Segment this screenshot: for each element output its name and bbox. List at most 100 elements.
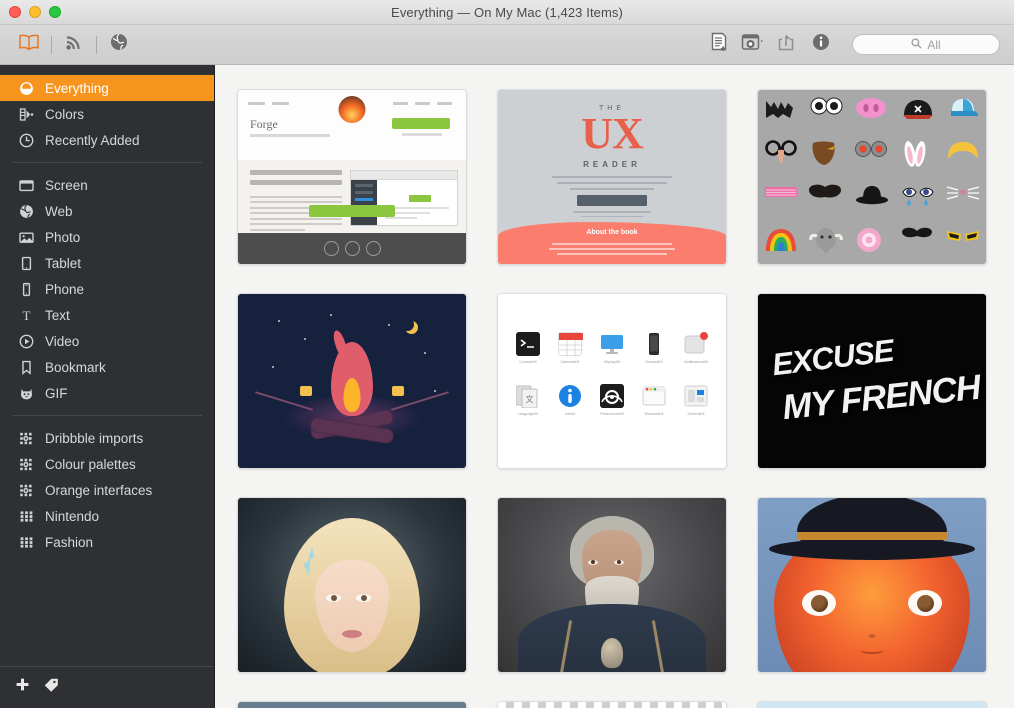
sidebar-item-label: Nintendo [45, 508, 100, 524]
blonde-wig-prop [946, 140, 980, 170]
grid-item-hat-girl-illustration[interactable] [757, 497, 987, 673]
thumbnail-grid: Forge THE UX READER About the book Conso… [237, 89, 988, 708]
rss-icon [65, 33, 83, 56]
grid-item-forge-website-screenshot[interactable]: Forge [237, 89, 467, 265]
close-button[interactable] [9, 6, 21, 18]
sidebar-item-colour-palettes[interactable]: Colour palettes [0, 451, 214, 477]
content-grid-area[interactable]: Forge THE UX READER About the book Conso… [215, 65, 1014, 708]
library-book-button[interactable] [14, 32, 44, 58]
icon-label: InfoKit [564, 412, 576, 416]
window-body: Everything Colors Recently Added Screen … [0, 65, 1014, 708]
phone-icon [18, 281, 35, 298]
social-icon [365, 240, 381, 256]
add-collection-button[interactable] [14, 677, 31, 699]
social-icon [323, 240, 339, 256]
lettering-line-1: EXCUSE [770, 332, 896, 383]
title-bar: Everything — On My Mac (1,423 Items) [0, 0, 1014, 25]
sidebar-group-types: Screen Web Photo Tablet Phone T Text Vid… [0, 172, 214, 406]
sidebar-item-label: Screen [45, 177, 88, 193]
angry-eyes-prop [946, 227, 980, 257]
search-field[interactable]: All [852, 34, 1000, 55]
sidebar-item-text[interactable]: T Text [0, 302, 214, 328]
lettering-thumbnail: EXCUSE MY FRENCH [758, 294, 986, 468]
sidebar-item-label: Photo [45, 229, 81, 245]
forge-title: Forge [250, 117, 278, 131]
collection-icon [18, 508, 35, 525]
svg-text:文: 文 [526, 394, 534, 404]
minimize-button[interactable] [29, 6, 41, 18]
grid-item-light-blue-thumbnail[interactable] [757, 701, 987, 708]
moon-icon [401, 318, 414, 331]
share-button[interactable] [772, 32, 802, 58]
ux-reader-thumbnail: THE UX READER About the book [498, 90, 726, 264]
grid-item-macos-framework-icons[interactable]: ConsoleKit CalendarKit DisplayKit Device… [497, 293, 727, 469]
sidebar-footer [0, 666, 214, 708]
sidebar-item-label: Recently Added [45, 132, 140, 148]
social-icon [344, 240, 360, 256]
blonde-portrait-thumbnail [238, 498, 466, 672]
grid-item-excuse-my-french-lettering[interactable]: EXCUSE MY FRENCH [757, 293, 987, 469]
bowler-hat-prop [855, 184, 889, 214]
sidebar-item-photo[interactable]: Photo [0, 224, 214, 250]
globe-icon [110, 33, 128, 56]
icon-label: CalendarKit [560, 360, 580, 364]
beard-prop [809, 140, 843, 170]
grid-item-slate-gradient-thumbnail[interactable] [237, 701, 467, 708]
sidebar-item-web[interactable]: Web [0, 198, 214, 224]
toolbar-left-group [14, 32, 134, 58]
bunny-ears-prop [901, 140, 935, 170]
sidebar-item-nintendo[interactable]: Nintendo [0, 503, 214, 529]
sidebar-item-video[interactable]: Video [0, 328, 214, 354]
devices-icon [642, 332, 666, 356]
sidebar-item-gif[interactable]: GIF [0, 380, 214, 406]
sidebar-item-label: Fashion [45, 534, 94, 550]
grid-item-blonde-character-portrait[interactable] [237, 497, 467, 673]
windows-icon [642, 384, 666, 408]
grid-item-bearded-man-render[interactable] [497, 497, 727, 673]
hat-girl-thumbnail [758, 498, 986, 672]
pig-nose-prop [855, 97, 889, 127]
sidebar-item-recently-added[interactable]: Recently Added [0, 127, 214, 153]
info-icon [812, 33, 830, 56]
rainbow-wig-prop [764, 227, 798, 257]
info-button[interactable] [806, 32, 836, 58]
sidebar-item-fashion[interactable]: Fashion [0, 529, 214, 555]
cat-whiskers-prop [946, 184, 980, 214]
sidebar-item-label: Colour palettes [45, 456, 136, 472]
ux-subword: READER [583, 160, 641, 169]
grid-item-campfire-illustration[interactable] [237, 293, 467, 469]
sidebar-item-label: Bookmark [45, 359, 106, 375]
maximize-button[interactable] [49, 6, 61, 18]
clock-icon [18, 132, 35, 149]
new-note-button[interactable] [704, 32, 734, 58]
grid-item-photobooth-props-sheet[interactable] [757, 89, 987, 265]
capture-button[interactable] [738, 32, 768, 58]
svg-text:T: T [23, 308, 31, 323]
grid-item-transparent-checker-thumbnail[interactable] [497, 701, 727, 708]
window-title: Everything — On My Mac (1,423 Items) [391, 4, 623, 20]
everything-icon [18, 80, 35, 97]
sidebar-item-label: Phone [45, 281, 85, 297]
sidebar-item-colors[interactable]: Colors [0, 101, 214, 127]
sidebar-item-label: Web [45, 203, 73, 219]
sidebar-item-screen[interactable]: Screen [0, 172, 214, 198]
bat-mask-prop [764, 97, 798, 127]
props-thumbnail [758, 90, 986, 264]
globe-icon [18, 203, 35, 220]
notifications-icon [684, 332, 708, 356]
info-icon [558, 384, 582, 408]
sidebar-item-bookmark[interactable]: Bookmark [0, 354, 214, 380]
sidebar-item-label: GIF [45, 385, 68, 401]
sidebar-item-everything[interactable]: Everything [0, 75, 214, 101]
sidebar-item-dribbble-imports[interactable]: Dribbble imports [0, 425, 214, 451]
feeds-button[interactable] [59, 32, 89, 58]
sidebar-item-phone[interactable]: Phone [0, 276, 214, 302]
sidebar-item-tablet[interactable]: Tablet [0, 250, 214, 276]
web-capture-button[interactable] [104, 32, 134, 58]
tags-button[interactable] [43, 677, 61, 699]
grid-item-ux-reader-screenshot[interactable]: THE UX READER About the book [497, 89, 727, 265]
book-icon [18, 34, 40, 56]
toolbar-right-group: All [704, 32, 1000, 58]
sidebar-item-orange-interfaces[interactable]: Orange interfaces [0, 477, 214, 503]
light-blue-thumbnail [758, 702, 986, 708]
